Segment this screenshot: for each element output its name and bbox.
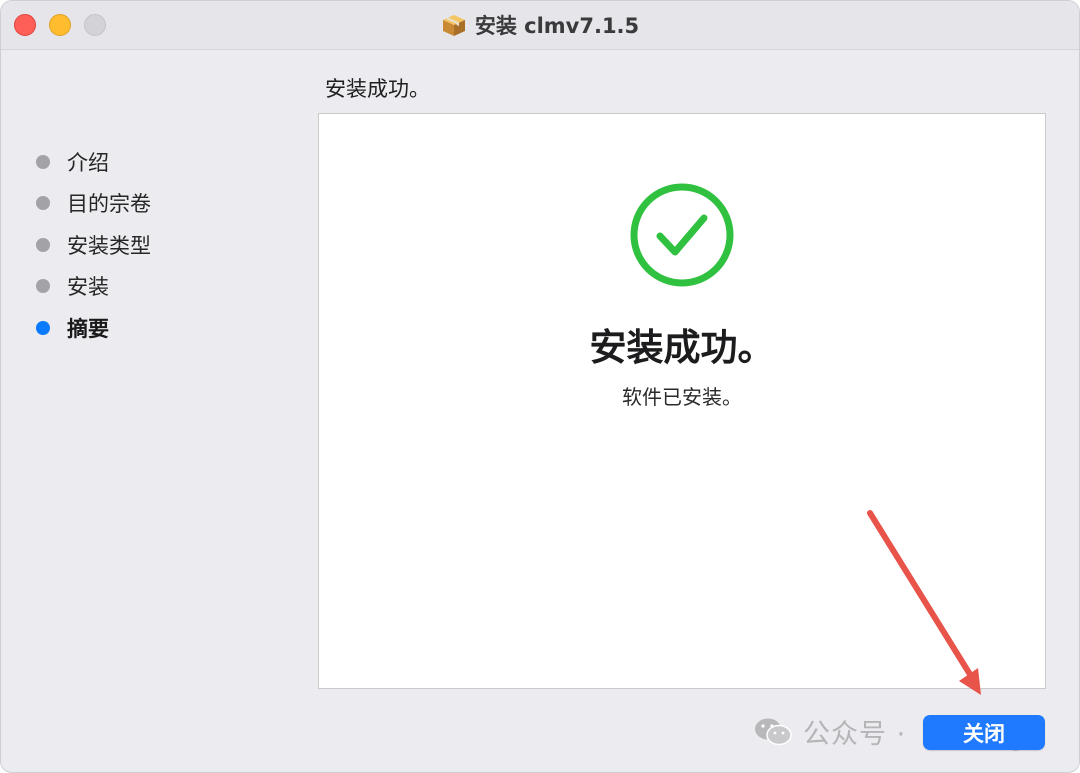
title-bar: 安装 clmv7.1.5 bbox=[1, 1, 1079, 50]
step-install: 安装 bbox=[1, 266, 301, 308]
step-destination: 目的宗卷 bbox=[1, 183, 301, 225]
step-summary: 摘要 bbox=[1, 307, 301, 349]
watermark-channel-text: 公众号 · bbox=[803, 718, 907, 750]
step-introduction: 介绍 bbox=[1, 141, 301, 183]
package-icon bbox=[442, 15, 465, 36]
step-label: 摘要 bbox=[67, 316, 109, 341]
step-indicator-dot bbox=[36, 196, 50, 211]
window-title-wrap: 安装 clmv7.1.5 bbox=[1, 1, 1079, 49]
step-label: 介绍 bbox=[67, 150, 109, 175]
close-button[interactable]: 关闭 bbox=[923, 715, 1045, 750]
checkmark-circle-icon bbox=[630, 183, 734, 287]
step-indicator-dot bbox=[36, 154, 50, 169]
step-indicator-dot bbox=[36, 279, 50, 294]
window-title: 安装 clmv7.1.5 bbox=[474, 14, 640, 38]
success-subtitle: 软件已安装。 bbox=[622, 385, 742, 409]
step-label: 安装 bbox=[67, 275, 109, 300]
step-indicator-dot-active bbox=[36, 320, 50, 335]
installer-steps-sidebar: 介绍 目的宗卷 安装类型 安装 摘要 bbox=[1, 141, 301, 349]
step-installation-type: 安装类型 bbox=[1, 224, 301, 266]
watermark: 公众号 · bbox=[753, 713, 907, 750]
pane-heading: 安装成功。 bbox=[325, 77, 430, 101]
success-title: 安装成功。 bbox=[589, 326, 775, 369]
step-indicator-dot bbox=[36, 237, 50, 252]
wechat-icon bbox=[755, 718, 792, 746]
step-label: 安装类型 bbox=[67, 233, 151, 258]
step-label: 目的宗卷 bbox=[67, 192, 151, 217]
installer-window: 安装 clmv7.1.5 介绍 目的宗卷 安装类型 安装 摘要 安装成功。 安装… bbox=[0, 0, 1080, 773]
content-panel: 安装成功。 软件已安装。 bbox=[318, 113, 1046, 689]
